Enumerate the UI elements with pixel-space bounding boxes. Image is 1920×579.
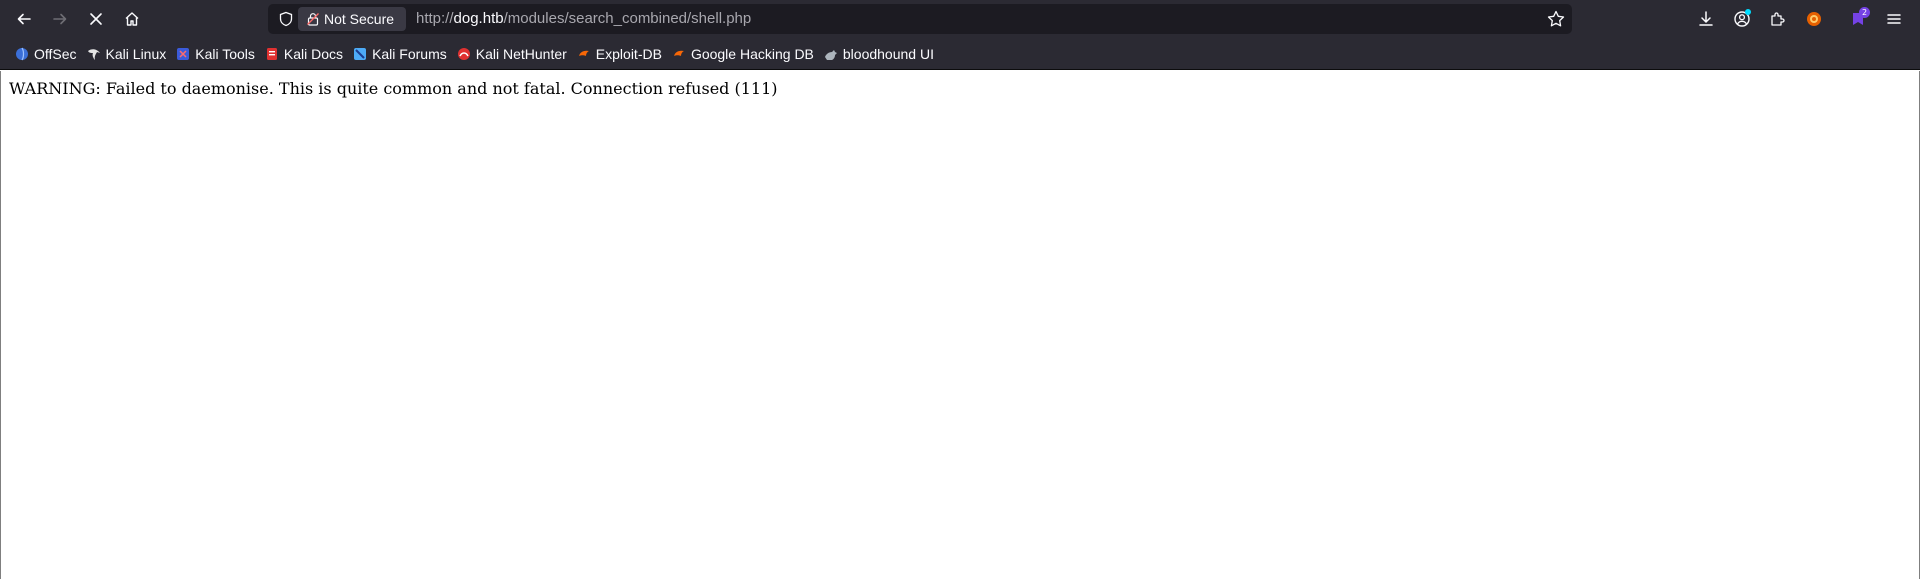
puzzle-icon <box>1771 12 1785 26</box>
bookmark-kali-linux[interactable]: Kali Linux <box>83 42 170 66</box>
arrow-left-icon <box>17 13 31 25</box>
kali-docs-icon <box>264 46 280 62</box>
account-notification-dot <box>1745 9 1751 15</box>
bookmark-kali-forums[interactable]: Kali Forums <box>349 42 450 66</box>
bookmark-label: Kali Forums <box>372 45 447 62</box>
bookmarks-toolbar: OffSec Kali Linux Kali Tools Kali Docs K… <box>0 38 1920 70</box>
url-scheme: http:// <box>416 10 454 27</box>
bookmark-google-hacking-db[interactable]: Google Hacking DB <box>668 42 817 66</box>
bookmark-label: OffSec <box>34 45 77 62</box>
kali-forums-icon <box>352 46 368 62</box>
download-icon <box>1699 11 1713 26</box>
bookmark-kali-nethunter[interactable]: Kali NetHunter <box>453 42 570 66</box>
bookmark-bloodhound-ui[interactable]: bloodhound UI <box>820 42 937 66</box>
forward-button[interactable] <box>46 5 74 33</box>
site-security-button[interactable]: Not Secure <box>298 7 406 31</box>
insecure-lock-icon <box>307 13 319 26</box>
url-bar[interactable]: Not Secure http://dog.htb/modules/search… <box>268 4 1572 34</box>
home-icon <box>125 12 139 26</box>
ghdb-icon <box>671 46 687 62</box>
bookmark-kali-docs[interactable]: Kali Docs <box>261 42 346 66</box>
offsec-icon <box>14 46 30 62</box>
bookmark-label: bloodhound UI <box>842 45 934 62</box>
extensions-button[interactable] <box>1764 5 1792 33</box>
fox-icon <box>1807 12 1821 26</box>
bookmark-exploit-db[interactable]: Exploit-DB <box>573 42 665 66</box>
bookmark-offsec[interactable]: OffSec <box>11 42 80 66</box>
bookmark-label: Kali Linux <box>105 45 167 62</box>
bookmark-label: Kali NetHunter <box>475 45 567 62</box>
url-path: /modules/search_combined/shell.php <box>503 10 752 27</box>
extension-count-badge: 2 <box>1859 7 1870 18</box>
bookmark-label: Kali Docs <box>283 45 344 62</box>
url-text[interactable]: http://dog.htb/modules/search_combined/s… <box>416 10 751 27</box>
exploit-db-icon <box>576 46 592 62</box>
bookmark-label: Kali Tools <box>195 45 255 62</box>
url-host: dog.htb <box>453 10 504 27</box>
bookmark-label: Google Hacking DB <box>690 45 814 62</box>
page-content: WARNING: Failed to daemonise. This is qu… <box>0 71 1920 579</box>
navigation-toolbar: Not Secure http://dog.htb/modules/search… <box>0 0 1920 38</box>
kali-tools-icon <box>175 46 191 62</box>
menu-button[interactable] <box>1880 5 1908 33</box>
account-button[interactable] <box>1728 5 1756 33</box>
arrow-right-icon <box>53 13 67 25</box>
bookmark-star-icon[interactable] <box>1546 9 1566 29</box>
extension-badge-button[interactable]: 2 <box>1844 5 1872 33</box>
hamburger-menu-icon <box>1887 14 1901 24</box>
bookmark-label: Exploit-DB <box>595 45 662 62</box>
kali-dragon-icon <box>86 46 102 62</box>
bookmark-kali-tools[interactable]: Kali Tools <box>172 42 258 66</box>
home-button[interactable] <box>118 5 146 33</box>
foxyproxy-button[interactable] <box>1800 5 1828 33</box>
warning-message: WARNING: Failed to daemonise. This is qu… <box>9 79 778 98</box>
shield-icon[interactable] <box>278 11 294 27</box>
downloads-button[interactable] <box>1692 5 1720 33</box>
stop-button[interactable] <box>82 5 110 33</box>
not-secure-label: Not Secure <box>324 11 395 27</box>
bloodhound-icon <box>823 46 839 62</box>
nethunter-icon <box>456 46 472 62</box>
back-button[interactable] <box>10 5 38 33</box>
close-icon <box>90 13 102 25</box>
